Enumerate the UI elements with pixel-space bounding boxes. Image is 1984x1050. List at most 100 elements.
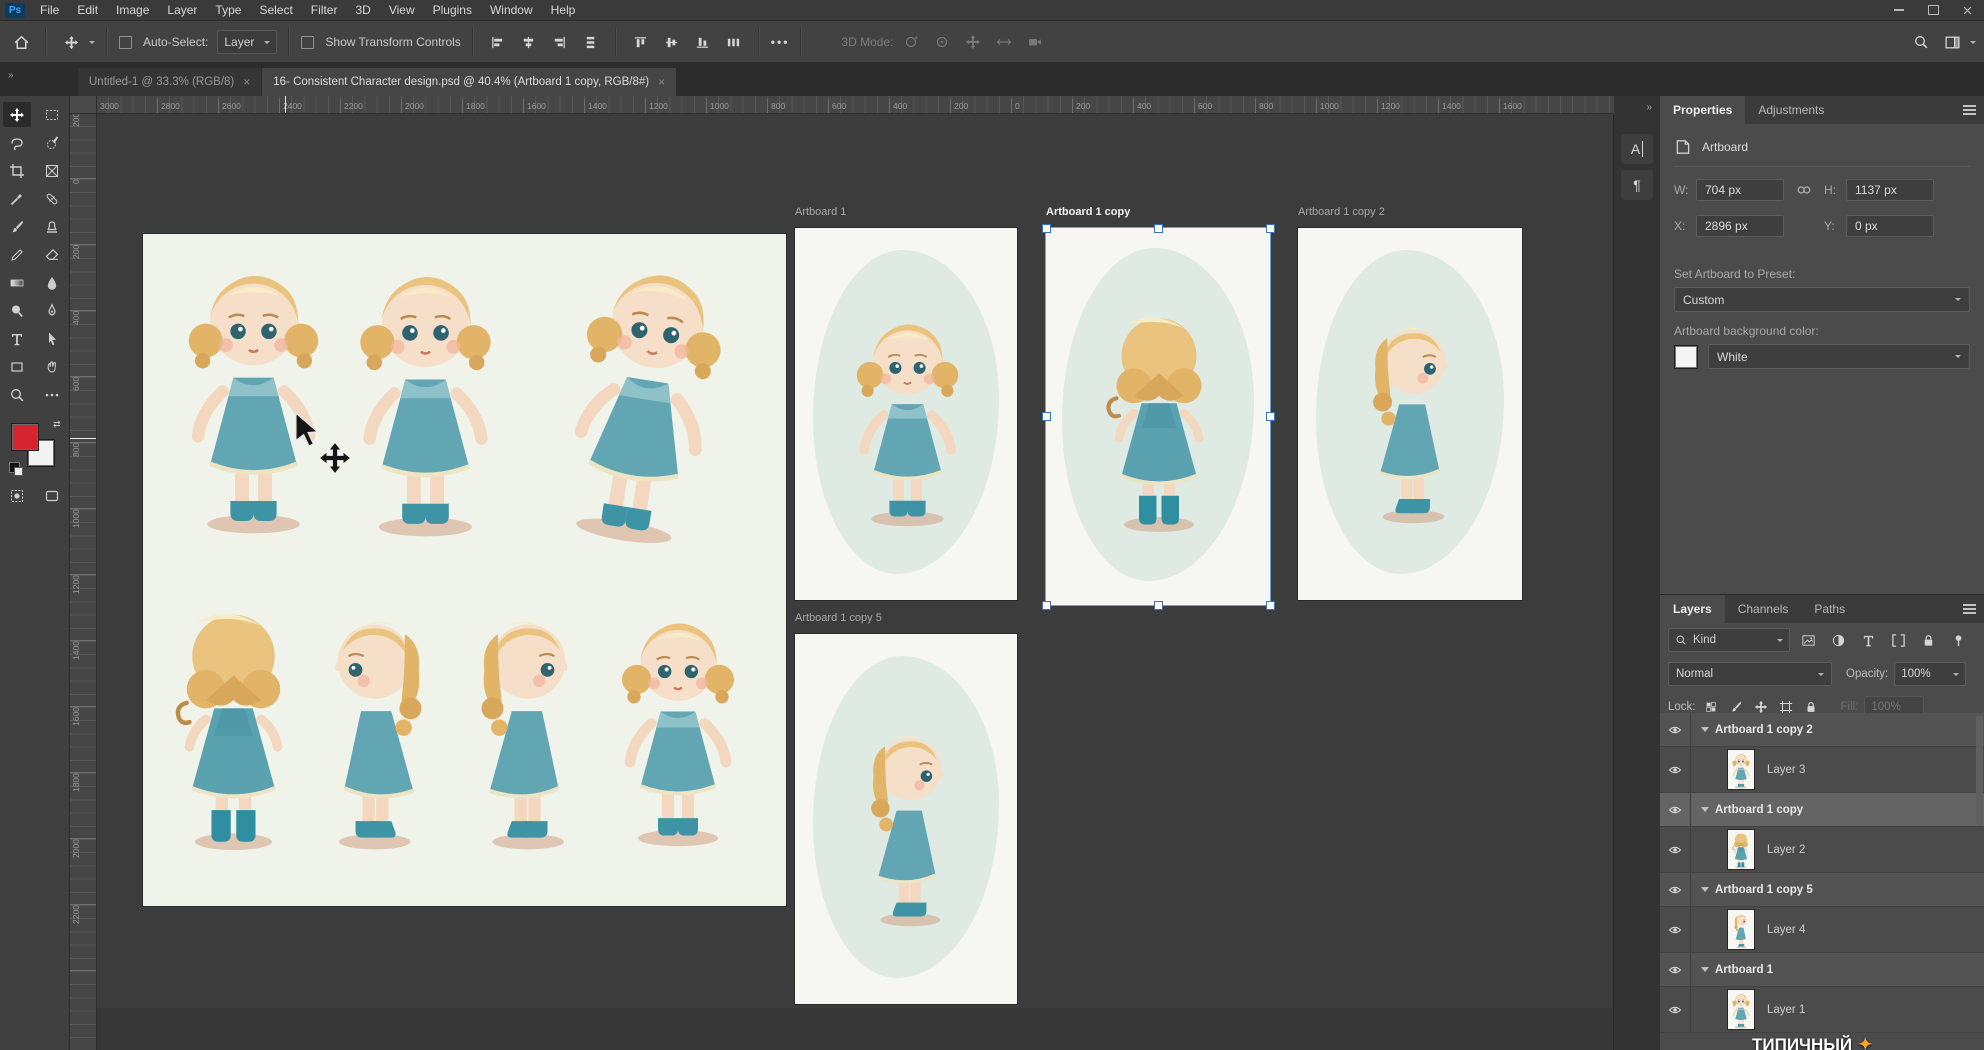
visibility-toggle[interactable] (1660, 953, 1691, 986)
artboard-1-copy[interactable] (1046, 228, 1270, 605)
visibility-toggle[interactable] (1660, 713, 1691, 746)
zoom-tool[interactable] (3, 382, 31, 407)
layer-row-artboard-1[interactable]: Artboard 1 (1660, 953, 1984, 987)
eyedropper-tool[interactable] (3, 186, 31, 211)
dodge-tool[interactable] (3, 298, 31, 323)
align-right-edges-button[interactable] (547, 29, 573, 55)
height-field[interactable]: 1137 px (1846, 179, 1934, 201)
filter-kind-dropdown[interactable]: Kind (1668, 628, 1790, 652)
chevron-expand-icon[interactable] (1701, 727, 1709, 732)
visibility-toggle[interactable] (1660, 827, 1691, 872)
menu-plugins[interactable]: Plugins (424, 1, 481, 19)
visibility-toggle[interactable] (1660, 793, 1691, 826)
character-panel-button[interactable]: A (1621, 134, 1653, 164)
expand-panels-icon[interactable]: » (1646, 102, 1652, 113)
document-tab-character-design[interactable]: 16- Consistent Character design.psd @ 40… (262, 68, 676, 96)
menu-image[interactable]: Image (107, 1, 158, 19)
layer-thumbnail[interactable] (1727, 749, 1755, 790)
chevron-expand-icon[interactable] (1701, 887, 1709, 892)
rectangle-tool[interactable] (3, 354, 31, 379)
align-horizontal-centers-button[interactable] (516, 29, 542, 55)
adjustment-layer-filter-button[interactable] (1826, 629, 1850, 651)
menu-filter[interactable]: Filter (302, 1, 347, 19)
quick-selection-tool[interactable] (38, 130, 66, 155)
layer-row-layer-3[interactable]: Layer 3 (1660, 747, 1984, 793)
close-button[interactable] (1950, 0, 1984, 20)
transform-handle-w[interactable] (1042, 412, 1051, 421)
blur-tool[interactable] (38, 270, 66, 295)
layer-row-artboard-1-copy-5[interactable]: Artboard 1 copy 5 (1660, 873, 1984, 907)
opacity-dropdown[interactable]: 100% (1894, 662, 1966, 686)
3d-camera-button[interactable] (1022, 29, 1048, 55)
menu-edit[interactable]: Edit (68, 1, 107, 19)
width-field[interactable]: 704 px (1696, 179, 1784, 201)
visibility-toggle[interactable] (1660, 747, 1691, 792)
screen-mode-button[interactable] (38, 483, 66, 508)
paragraph-panel-button[interactable]: ¶ (1621, 170, 1653, 200)
align-top-edges-button[interactable] (628, 29, 654, 55)
pasteboard[interactable]: Artboard 1 Artboard 1 copy Artboard 1 co… (96, 113, 1614, 1050)
menu-view[interactable]: View (380, 1, 424, 19)
artboard-1-copy-5[interactable] (795, 634, 1017, 1004)
lasso-tool[interactable] (3, 130, 31, 155)
layer-row-artboard-1-copy[interactable]: Artboard 1 copy (1660, 793, 1984, 827)
transform-handle-sw[interactable] (1042, 601, 1051, 610)
artboard-label-1-copy[interactable]: Artboard 1 copy (1046, 206, 1130, 218)
pixel-layer-filter-button[interactable] (1796, 629, 1820, 651)
tab-close-icon[interactable]: × (243, 75, 250, 89)
blend-mode-dropdown[interactable]: Normal (1668, 662, 1832, 686)
rectangular-marquee-tool[interactable] (38, 102, 66, 127)
show-transform-checkbox[interactable] (301, 36, 314, 49)
artboard-bg-color-swatch[interactable] (1674, 345, 1698, 369)
more-align-options-button[interactable]: ••• (771, 35, 790, 49)
menu-window[interactable]: Window (481, 1, 542, 19)
healing-brush-tool[interactable] (38, 186, 66, 211)
hand-tool[interactable] (38, 354, 66, 379)
default-colors-icon[interactable] (9, 462, 20, 473)
transform-handle-n[interactable] (1154, 224, 1163, 233)
3d-pan-button[interactable] (960, 29, 986, 55)
align-left-edges-button[interactable] (485, 29, 511, 55)
document-tab-untitled[interactable]: Untitled-1 @ 33.3% (RGB/8) × (78, 68, 261, 96)
toolbar-collapse-icon[interactable]: » (8, 70, 13, 81)
type-layer-filter-button[interactable] (1856, 629, 1880, 651)
shape-layer-filter-button[interactable] (1886, 629, 1910, 651)
artboard-label-1[interactable]: Artboard 1 (795, 206, 846, 218)
foreground-color-swatch[interactable] (11, 423, 39, 451)
y-field[interactable]: 0 px (1846, 215, 1934, 237)
transform-handle-nw[interactable] (1042, 224, 1051, 233)
3d-orbit-button[interactable] (898, 29, 924, 55)
distribute-horizontal-button[interactable] (578, 29, 604, 55)
search-button[interactable] (1908, 29, 1934, 55)
tab-channels[interactable]: Channels (1725, 595, 1802, 623)
layers-scrollbar[interactable] (1976, 715, 1983, 825)
tool-preset-caret[interactable] (89, 41, 95, 44)
frame-tool[interactable] (38, 158, 66, 183)
panel-menu-icon[interactable] (1963, 105, 1976, 107)
path-selection-tool[interactable] (38, 326, 66, 351)
tool-preset-move[interactable] (58, 29, 84, 55)
panel-menu-icon[interactable] (1963, 604, 1976, 606)
smart-object-filter-button[interactable] (1916, 629, 1940, 651)
visibility-toggle[interactable] (1660, 987, 1691, 1032)
layer-row-layer-2[interactable]: Layer 2 (1660, 827, 1984, 873)
type-tool[interactable] (3, 326, 31, 351)
ruler-origin-box[interactable] (70, 96, 97, 114)
artboard-label-1-copy-2[interactable]: Artboard 1 copy 2 (1298, 206, 1385, 218)
layer-thumbnail[interactable] (1727, 909, 1755, 950)
tab-layers[interactable]: Layers (1660, 595, 1725, 623)
align-vertical-centers-button[interactable] (659, 29, 685, 55)
menu-file[interactable]: File (31, 1, 68, 19)
layer-row-layer-4[interactable]: Layer 4 (1660, 907, 1984, 953)
layer-thumbnail[interactable] (1727, 829, 1755, 870)
filter-pin-button[interactable] (1946, 629, 1970, 651)
canvas-area[interactable]: 3000280026002400220020001800160014001200… (70, 96, 1614, 1050)
artboard-1[interactable] (795, 228, 1017, 600)
preset-dropdown[interactable]: Custom (1674, 287, 1970, 312)
distribute-vertical-button[interactable] (721, 29, 747, 55)
3d-roll-button[interactable] (929, 29, 955, 55)
mixer-brush-tool[interactable] (3, 242, 31, 267)
menu-select[interactable]: Select (250, 1, 301, 19)
menu-layer[interactable]: Layer (158, 1, 206, 19)
transform-handle-s[interactable] (1154, 601, 1163, 610)
